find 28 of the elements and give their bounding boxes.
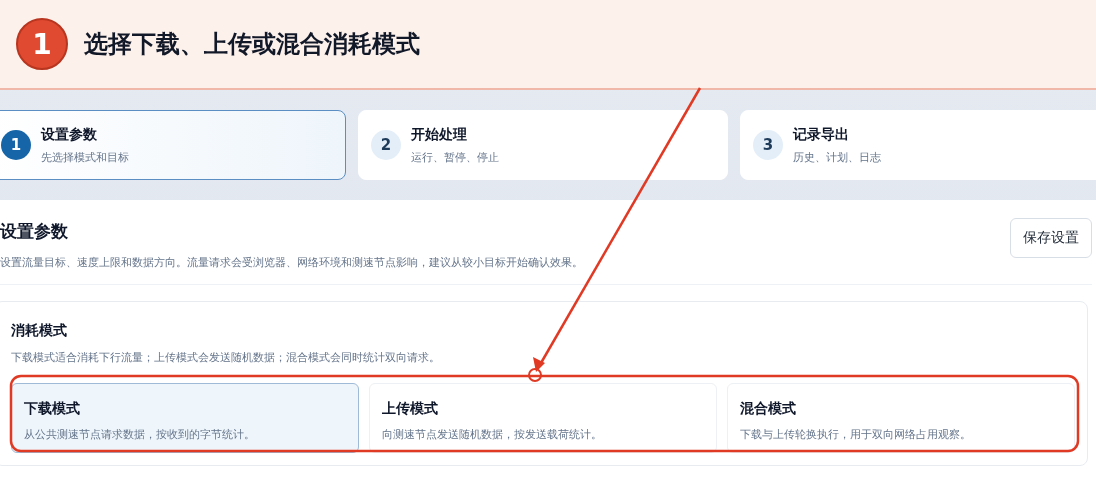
step-badge: 1 <box>16 18 68 70</box>
step-title: 开始处理 <box>411 125 468 144</box>
option-description: 从公共测速节点请求数据，按收到的字节统计。 <box>24 428 256 442</box>
mode-title: 消耗模式 <box>11 322 68 340</box>
mode-option[interactable]: 下载模式 从公共测速节点请求数据，按收到的字节统计。 <box>11 383 359 453</box>
option-description: 下载与上传轮换执行，用于双向网络占用观察。 <box>740 428 972 442</box>
option-title: 下载模式 <box>24 400 81 418</box>
step-subtitle: 历史、计划、日志 <box>793 149 881 165</box>
step-number: 2 <box>371 130 401 160</box>
option-title: 上传模式 <box>382 400 439 418</box>
step-title: 设置参数 <box>41 125 98 144</box>
step-tab[interactable]: 1 设置参数 先选择模式和目标 <box>0 110 346 180</box>
step-tab[interactable]: 3 记录导出 历史、计划、日志 <box>740 110 1096 180</box>
option-title: 混合模式 <box>740 400 797 418</box>
step-title: 记录导出 <box>793 125 850 144</box>
mode-option[interactable]: 混合模式 下载与上传轮换执行，用于双向网络占用观察。 <box>727 383 1075 453</box>
mode-description: 下载模式适合消耗下行流量；上传模式会发送随机数据；混合模式会同时统计双向请求。 <box>11 350 441 365</box>
save-button[interactable]: 保存设置 <box>1010 218 1092 258</box>
mode-option[interactable]: 上传模式 向测速节点发送随机数据，按发送载荷统计。 <box>369 383 717 453</box>
section-title: 设置参数 <box>0 220 69 243</box>
step-subtitle: 先选择模式和目标 <box>41 149 129 165</box>
step-number: 3 <box>753 130 783 160</box>
option-description: 向测速节点发送随机数据，按发送载荷统计。 <box>382 428 603 442</box>
step-tab[interactable]: 2 开始处理 运行、暂停、停止 <box>358 110 728 180</box>
banner-title: 选择下载、上传或混合消耗模式 <box>84 29 420 60</box>
step-number: 1 <box>1 130 31 160</box>
step-subtitle: 运行、暂停、停止 <box>411 149 499 165</box>
section-description: 设置流量目标、速度上限和数据方向。流量请求会受浏览器、网络环境和测速节点影响，建议从较小目标开始确认效果。 <box>0 255 583 270</box>
